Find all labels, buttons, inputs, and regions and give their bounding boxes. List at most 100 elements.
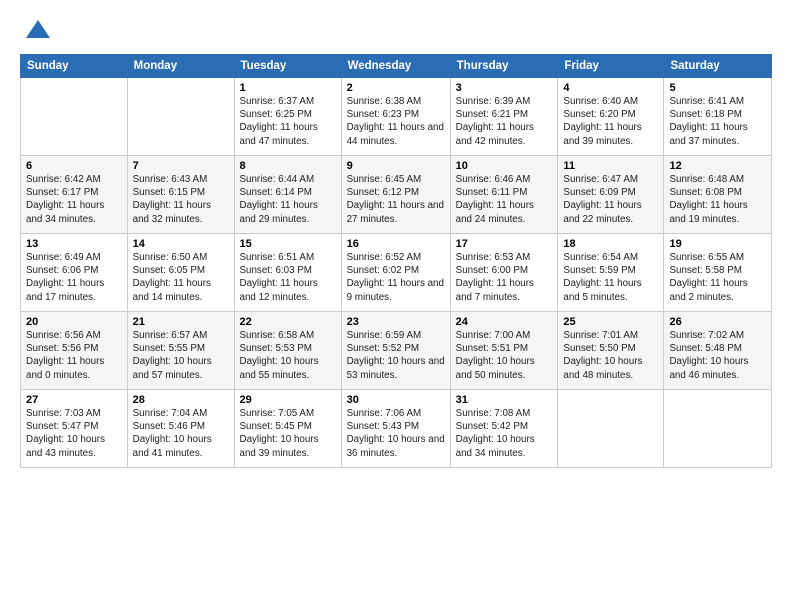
calendar-cell: 1 Sunrise: 6:37 AMSunset: 6:25 PMDayligh… xyxy=(234,78,341,156)
weekday-header-sunday: Sunday xyxy=(21,55,128,78)
cell-info: Sunrise: 6:45 AMSunset: 6:12 PMDaylight:… xyxy=(347,173,445,226)
calendar-cell: 27 Sunrise: 7:03 AMSunset: 5:47 PMDaylig… xyxy=(21,390,128,468)
cell-content: 4 Sunrise: 6:40 AMSunset: 6:20 PMDayligh… xyxy=(563,82,658,148)
cell-info: Sunrise: 6:58 AMSunset: 5:53 PMDaylight:… xyxy=(240,329,336,382)
day-number: 7 xyxy=(133,160,229,172)
calendar-cell: 28 Sunrise: 7:04 AMSunset: 5:46 PMDaylig… xyxy=(127,390,234,468)
day-number: 10 xyxy=(456,160,553,172)
cell-content: 19 Sunrise: 6:55 AMSunset: 5:58 PMDaylig… xyxy=(669,238,766,304)
day-number: 5 xyxy=(669,82,766,94)
calendar-cell: 5 Sunrise: 6:41 AMSunset: 6:18 PMDayligh… xyxy=(664,78,772,156)
cell-content: 28 Sunrise: 7:04 AMSunset: 5:46 PMDaylig… xyxy=(133,394,229,460)
calendar-cell: 2 Sunrise: 6:38 AMSunset: 6:23 PMDayligh… xyxy=(341,78,450,156)
week-row-1: 1 Sunrise: 6:37 AMSunset: 6:25 PMDayligh… xyxy=(21,78,772,156)
day-number: 20 xyxy=(26,316,122,328)
cell-info: Sunrise: 6:57 AMSunset: 5:55 PMDaylight:… xyxy=(133,329,229,382)
calendar-cell: 12 Sunrise: 6:48 AMSunset: 6:08 PMDaylig… xyxy=(664,156,772,234)
cell-info: Sunrise: 6:50 AMSunset: 6:05 PMDaylight:… xyxy=(133,251,229,304)
cell-info: Sunrise: 7:01 AMSunset: 5:50 PMDaylight:… xyxy=(563,329,658,382)
day-number: 22 xyxy=(240,316,336,328)
cell-info: Sunrise: 7:03 AMSunset: 5:47 PMDaylight:… xyxy=(26,407,122,460)
day-number: 17 xyxy=(456,238,553,250)
day-number: 23 xyxy=(347,316,445,328)
cell-info: Sunrise: 6:42 AMSunset: 6:17 PMDaylight:… xyxy=(26,173,122,226)
calendar-cell: 31 Sunrise: 7:08 AMSunset: 5:42 PMDaylig… xyxy=(450,390,558,468)
calendar-cell xyxy=(664,390,772,468)
cell-content: 22 Sunrise: 6:58 AMSunset: 5:53 PMDaylig… xyxy=(240,316,336,382)
day-number: 24 xyxy=(456,316,553,328)
day-number: 4 xyxy=(563,82,658,94)
day-number: 18 xyxy=(563,238,658,250)
cell-info: Sunrise: 7:00 AMSunset: 5:51 PMDaylight:… xyxy=(456,329,553,382)
cell-info: Sunrise: 6:49 AMSunset: 6:06 PMDaylight:… xyxy=(26,251,122,304)
cell-info: Sunrise: 6:41 AMSunset: 6:18 PMDaylight:… xyxy=(669,95,766,148)
cell-content: 24 Sunrise: 7:00 AMSunset: 5:51 PMDaylig… xyxy=(456,316,553,382)
calendar-cell: 24 Sunrise: 7:00 AMSunset: 5:51 PMDaylig… xyxy=(450,312,558,390)
calendar-cell: 6 Sunrise: 6:42 AMSunset: 6:17 PMDayligh… xyxy=(21,156,128,234)
cell-content: 27 Sunrise: 7:03 AMSunset: 5:47 PMDaylig… xyxy=(26,394,122,460)
day-number: 29 xyxy=(240,394,336,406)
calendar-cell: 21 Sunrise: 6:57 AMSunset: 5:55 PMDaylig… xyxy=(127,312,234,390)
calendar-cell: 15 Sunrise: 6:51 AMSunset: 6:03 PMDaylig… xyxy=(234,234,341,312)
calendar-cell: 20 Sunrise: 6:56 AMSunset: 5:56 PMDaylig… xyxy=(21,312,128,390)
day-number: 15 xyxy=(240,238,336,250)
cell-info: Sunrise: 6:56 AMSunset: 5:56 PMDaylight:… xyxy=(26,329,122,382)
cell-info: Sunrise: 7:06 AMSunset: 5:43 PMDaylight:… xyxy=(347,407,445,460)
cell-info: Sunrise: 6:55 AMSunset: 5:58 PMDaylight:… xyxy=(669,251,766,304)
week-row-4: 20 Sunrise: 6:56 AMSunset: 5:56 PMDaylig… xyxy=(21,312,772,390)
cell-info: Sunrise: 6:40 AMSunset: 6:20 PMDaylight:… xyxy=(563,95,658,148)
day-number: 26 xyxy=(669,316,766,328)
cell-content: 1 Sunrise: 6:37 AMSunset: 6:25 PMDayligh… xyxy=(240,82,336,148)
week-row-5: 27 Sunrise: 7:03 AMSunset: 5:47 PMDaylig… xyxy=(21,390,772,468)
day-number: 27 xyxy=(26,394,122,406)
cell-content: 29 Sunrise: 7:05 AMSunset: 5:45 PMDaylig… xyxy=(240,394,336,460)
day-number: 14 xyxy=(133,238,229,250)
day-number: 9 xyxy=(347,160,445,172)
cell-info: Sunrise: 6:46 AMSunset: 6:11 PMDaylight:… xyxy=(456,173,553,226)
weekday-header-saturday: Saturday xyxy=(664,55,772,78)
header-row: SundayMondayTuesdayWednesdayThursdayFrid… xyxy=(21,55,772,78)
day-number: 16 xyxy=(347,238,445,250)
cell-content: 13 Sunrise: 6:49 AMSunset: 6:06 PMDaylig… xyxy=(26,238,122,304)
day-number: 13 xyxy=(26,238,122,250)
cell-content: 15 Sunrise: 6:51 AMSunset: 6:03 PMDaylig… xyxy=(240,238,336,304)
calendar-cell: 23 Sunrise: 6:59 AMSunset: 5:52 PMDaylig… xyxy=(341,312,450,390)
day-number: 2 xyxy=(347,82,445,94)
cell-info: Sunrise: 7:02 AMSunset: 5:48 PMDaylight:… xyxy=(669,329,766,382)
calendar-cell: 22 Sunrise: 6:58 AMSunset: 5:53 PMDaylig… xyxy=(234,312,341,390)
cell-content: 31 Sunrise: 7:08 AMSunset: 5:42 PMDaylig… xyxy=(456,394,553,460)
calendar-cell xyxy=(127,78,234,156)
cell-content: 2 Sunrise: 6:38 AMSunset: 6:23 PMDayligh… xyxy=(347,82,445,148)
week-row-3: 13 Sunrise: 6:49 AMSunset: 6:06 PMDaylig… xyxy=(21,234,772,312)
day-number: 3 xyxy=(456,82,553,94)
calendar-cell: 25 Sunrise: 7:01 AMSunset: 5:50 PMDaylig… xyxy=(558,312,664,390)
calendar-cell: 14 Sunrise: 6:50 AMSunset: 6:05 PMDaylig… xyxy=(127,234,234,312)
cell-content: 17 Sunrise: 6:53 AMSunset: 6:00 PMDaylig… xyxy=(456,238,553,304)
cell-content: 11 Sunrise: 6:47 AMSunset: 6:09 PMDaylig… xyxy=(563,160,658,226)
calendar-cell: 19 Sunrise: 6:55 AMSunset: 5:58 PMDaylig… xyxy=(664,234,772,312)
calendar-cell: 18 Sunrise: 6:54 AMSunset: 5:59 PMDaylig… xyxy=(558,234,664,312)
cell-content: 6 Sunrise: 6:42 AMSunset: 6:17 PMDayligh… xyxy=(26,160,122,226)
calendar-cell: 10 Sunrise: 6:46 AMSunset: 6:11 PMDaylig… xyxy=(450,156,558,234)
day-number: 30 xyxy=(347,394,445,406)
day-number: 21 xyxy=(133,316,229,328)
cell-info: Sunrise: 7:05 AMSunset: 5:45 PMDaylight:… xyxy=(240,407,336,460)
cell-content: 18 Sunrise: 6:54 AMSunset: 5:59 PMDaylig… xyxy=(563,238,658,304)
calendar-cell: 26 Sunrise: 7:02 AMSunset: 5:48 PMDaylig… xyxy=(664,312,772,390)
calendar-cell: 13 Sunrise: 6:49 AMSunset: 6:06 PMDaylig… xyxy=(21,234,128,312)
week-row-2: 6 Sunrise: 6:42 AMSunset: 6:17 PMDayligh… xyxy=(21,156,772,234)
calendar-cell: 29 Sunrise: 7:05 AMSunset: 5:45 PMDaylig… xyxy=(234,390,341,468)
weekday-header-friday: Friday xyxy=(558,55,664,78)
cell-info: Sunrise: 6:47 AMSunset: 6:09 PMDaylight:… xyxy=(563,173,658,226)
day-number: 31 xyxy=(456,394,553,406)
day-number: 28 xyxy=(133,394,229,406)
cell-info: Sunrise: 6:52 AMSunset: 6:02 PMDaylight:… xyxy=(347,251,445,304)
weekday-header-wednesday: Wednesday xyxy=(341,55,450,78)
cell-content: 9 Sunrise: 6:45 AMSunset: 6:12 PMDayligh… xyxy=(347,160,445,226)
cell-content: 8 Sunrise: 6:44 AMSunset: 6:14 PMDayligh… xyxy=(240,160,336,226)
weekday-header-thursday: Thursday xyxy=(450,55,558,78)
calendar-cell: 3 Sunrise: 6:39 AMSunset: 6:21 PMDayligh… xyxy=(450,78,558,156)
day-number: 1 xyxy=(240,82,336,94)
weekday-header-monday: Monday xyxy=(127,55,234,78)
cell-info: Sunrise: 6:39 AMSunset: 6:21 PMDaylight:… xyxy=(456,95,553,148)
